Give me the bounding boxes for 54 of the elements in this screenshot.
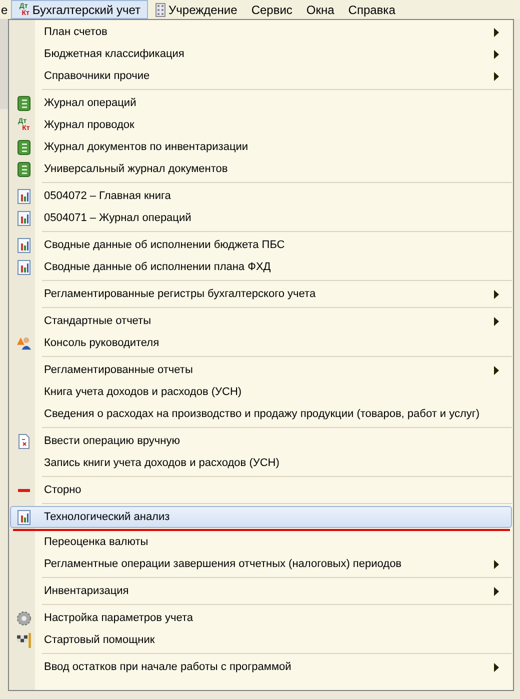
- menu-item[interactable]: Консоль руководителя: [10, 332, 512, 354]
- menu-item[interactable]: Сведения о расходах на производство и продажу продукции (товаров, работ и услуг): [10, 403, 512, 425]
- menu-item[interactable]: Запись книги учета доходов и расходов (УСН): [10, 452, 512, 474]
- submenu-arrow-icon: [494, 560, 499, 568]
- menu-item[interactable]: Регламентированные отчеты: [10, 359, 512, 381]
- menu-item[interactable]: Универсальный журнал документов: [10, 158, 512, 180]
- building-icon: [154, 2, 166, 16]
- submenu-arrow-icon: [494, 28, 499, 36]
- menu-item[interactable]: Сводные данные об исполнении плана ФХД: [10, 256, 512, 278]
- document-icon: [17, 434, 31, 448]
- menu-item[interactable]: Сторно: [10, 479, 512, 501]
- submenu-arrow-icon: [494, 662, 499, 672]
- person-warning-icon: [17, 336, 31, 350]
- gear-icon: [17, 610, 31, 626]
- menu-item[interactable]: 0504072 – Главная книга: [10, 185, 512, 207]
- menu-item[interactable]: Регламентированные регистры бухгалтерского учета: [10, 283, 512, 305]
- menu-item[interactable]: Справочники прочие: [10, 65, 512, 87]
- menu-item[interactable]: Журнал операций: [10, 92, 512, 114]
- menu-item[interactable]: Журнал документов по инвентаризации: [10, 136, 512, 158]
- menu-item[interactable]: Стандартные отчеты: [10, 310, 512, 332]
- menu-item[interactable]: Стартовый помощник: [10, 629, 512, 651]
- menu-item[interactable]: Ввод остатков при начале работы с программой: [10, 656, 512, 678]
- book-icon: [17, 140, 31, 154]
- submenu-arrow-icon: [494, 290, 499, 298]
- menu-item[interactable]: Регламентные операции завершения отчетных (налоговых) периодов: [10, 553, 512, 575]
- submenu-arrow-icon: [494, 366, 499, 374]
- menu-bar-item[interactable]: Окна: [299, 0, 342, 19]
- book-icon: [17, 96, 31, 110]
- menu-item[interactable]: Инвентаризация: [10, 580, 512, 602]
- checkered-flag-icon: [17, 632, 31, 648]
- chart-document-icon: [17, 210, 31, 226]
- menu-item[interactable]: Переоценка валюты: [10, 531, 512, 553]
- menu-bar-item[interactable]: Справка: [341, 0, 402, 19]
- menu-bar-item[interactable]: Сервис: [244, 0, 300, 19]
- menu-bar-item[interactable]: е: [0, 0, 11, 19]
- menu-item[interactable]: Бюджетная классификация: [10, 43, 512, 65]
- submenu-arrow-icon: [494, 72, 499, 80]
- menu-item[interactable]: Технологический анализ: [10, 506, 512, 528]
- chart-document-icon: [17, 260, 31, 274]
- book-icon: [17, 162, 31, 176]
- minus-icon: [18, 488, 30, 492]
- menu-item[interactable]: План счетов: [10, 21, 512, 43]
- chart-document-icon: [17, 238, 31, 252]
- menu-bar-item[interactable]: Учреждение: [148, 0, 244, 19]
- menu-item[interactable]: Настройка параметров учета: [10, 607, 512, 629]
- menu-item[interactable]: Ввести операцию вручную: [10, 430, 512, 452]
- submenu-arrow-icon: [494, 316, 499, 326]
- menu-item[interactable]: 0504071 – Журнал операций: [10, 207, 512, 229]
- menu-item[interactable]: Книга учета доходов и расходов (УСН): [10, 381, 512, 403]
- chart-document-icon: [17, 510, 31, 524]
- menu-item[interactable]: Сводные данные об исполнении бюджета ПБС: [10, 234, 512, 256]
- submenu-arrow-icon: [494, 50, 499, 58]
- submenu-arrow-icon: [494, 586, 499, 596]
- chart-document-icon: [17, 188, 31, 204]
